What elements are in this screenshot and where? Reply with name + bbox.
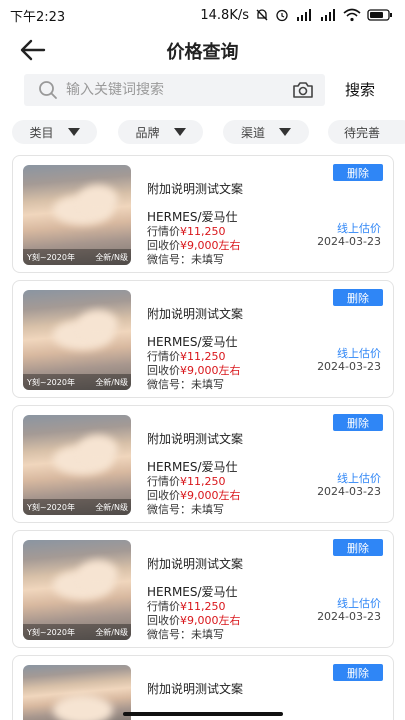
price-card[interactable]: Y刻~2020年 全新/N级 附加说明测试文案 HERMES/爱马仕 行情价¥1…	[12, 280, 394, 398]
filter-category[interactable]: 类目	[12, 120, 97, 144]
signal-hd-icon	[295, 8, 313, 22]
item-description: 附加说明测试文案	[147, 432, 244, 446]
net-speed: 14.8K/s	[200, 7, 249, 23]
alarm-icon	[275, 8, 289, 22]
product-image: Y刻~2020年 全新/N级	[23, 540, 131, 640]
price-card[interactable]: Y刻~2020年 全新/N级 附加说明测试文案 HERMES/爱马仕 行情价¥1…	[12, 405, 394, 523]
page-title: 价格查询	[166, 42, 239, 63]
price-card[interactable]: 附加说明测试文案 删除	[12, 655, 394, 720]
wechat-row: 微信号：未填写	[147, 503, 224, 516]
image-caption: Y刻~2020年 全新/N级	[23, 624, 131, 640]
mute-bell-icon	[255, 8, 269, 22]
product-image: Y刻~2020年 全新/N级	[23, 165, 131, 265]
filter-bar: 类目 品牌 渠道 待完善	[12, 120, 405, 144]
product-image	[23, 665, 131, 720]
item-date: 2024-03-23	[317, 610, 381, 623]
delete-button[interactable]: 删除	[333, 539, 383, 556]
signal-hd-icon	[319, 8, 337, 22]
image-caption: Y刻~2020年 全新/N级	[23, 374, 131, 390]
status-time: 下午2:23	[10, 9, 66, 25]
caret-down-icon	[279, 128, 291, 136]
caret-down-icon	[67, 128, 80, 136]
battery-icon	[367, 8, 393, 22]
filter-label: 待完善	[344, 125, 381, 140]
status-bar: 下午2:23 14.8K/s	[0, 0, 405, 30]
caption-year: Y刻~2020年	[27, 252, 75, 262]
delete-button[interactable]: 删除	[333, 664, 383, 681]
header: 价格查询	[0, 32, 405, 68]
online-estimate-link[interactable]: 线上估价	[337, 220, 381, 236]
delete-button[interactable]: 删除	[333, 289, 383, 306]
item-description: 附加说明测试文案	[147, 682, 244, 696]
camera-button[interactable]	[291, 79, 315, 101]
price-card[interactable]: Y刻~2020年 全新/N级 附加说明测试文案 HERMES/爱马仕 行情价¥1…	[12, 530, 394, 648]
search-input[interactable]	[66, 82, 286, 98]
filter-label: 渠道	[240, 125, 265, 140]
item-description: 附加说明测试文案	[147, 182, 244, 196]
filter-label: 类目	[29, 125, 54, 140]
caption-condition: 全新/N级	[95, 502, 128, 512]
item-date: 2024-03-23	[317, 485, 381, 498]
delete-button[interactable]: 删除	[333, 164, 383, 181]
wechat-row: 微信号：未填写	[147, 628, 224, 641]
caption-condition: 全新/N级	[95, 252, 128, 262]
back-button[interactable]	[18, 36, 48, 64]
filter-pending[interactable]: 待完善	[328, 120, 405, 144]
caption-year: Y刻~2020年	[27, 502, 75, 512]
price-card[interactable]: Y刻~2020年 全新/N级 附加说明测试文案 HERMES/爱马仕 行情价¥1…	[12, 155, 394, 273]
caption-condition: 全新/N级	[95, 377, 128, 387]
wifi-icon	[343, 8, 361, 22]
status-icons: 14.8K/s	[200, 8, 393, 23]
online-estimate-link[interactable]: 线上估价	[337, 595, 381, 611]
wechat-row: 微信号：未填写	[147, 253, 224, 266]
camera-icon	[293, 82, 313, 98]
caret-down-icon	[173, 128, 186, 136]
caption-year: Y刻~2020年	[27, 627, 75, 637]
product-image: Y刻~2020年 全新/N级	[23, 290, 131, 390]
arrow-left-icon	[20, 39, 46, 61]
search-row: 搜索	[24, 74, 384, 106]
filter-channel[interactable]: 渠道	[223, 120, 309, 144]
caption-condition: 全新/N级	[95, 627, 128, 637]
delete-button[interactable]: 删除	[333, 414, 383, 431]
online-estimate-link[interactable]: 线上估价	[337, 470, 381, 486]
wechat-row: 微信号：未填写	[147, 378, 224, 391]
filter-brand[interactable]: 品牌	[118, 120, 203, 144]
search-box[interactable]	[24, 74, 325, 106]
home-indicator[interactable]	[123, 712, 283, 716]
product-image: Y刻~2020年 全新/N级	[23, 415, 131, 515]
item-description: 附加说明测试文案	[147, 557, 244, 571]
online-estimate-link[interactable]: 线上估价	[337, 345, 381, 361]
caption-year: Y刻~2020年	[27, 377, 75, 387]
image-caption: Y刻~2020年 全新/N级	[23, 499, 131, 515]
search-icon	[39, 81, 57, 99]
search-button[interactable]: 搜索	[345, 79, 375, 100]
filter-label: 品牌	[135, 125, 160, 140]
item-date: 2024-03-23	[317, 360, 381, 373]
image-caption: Y刻~2020年 全新/N级	[23, 249, 131, 265]
item-date: 2024-03-23	[317, 235, 381, 248]
item-description: 附加说明测试文案	[147, 307, 244, 321]
